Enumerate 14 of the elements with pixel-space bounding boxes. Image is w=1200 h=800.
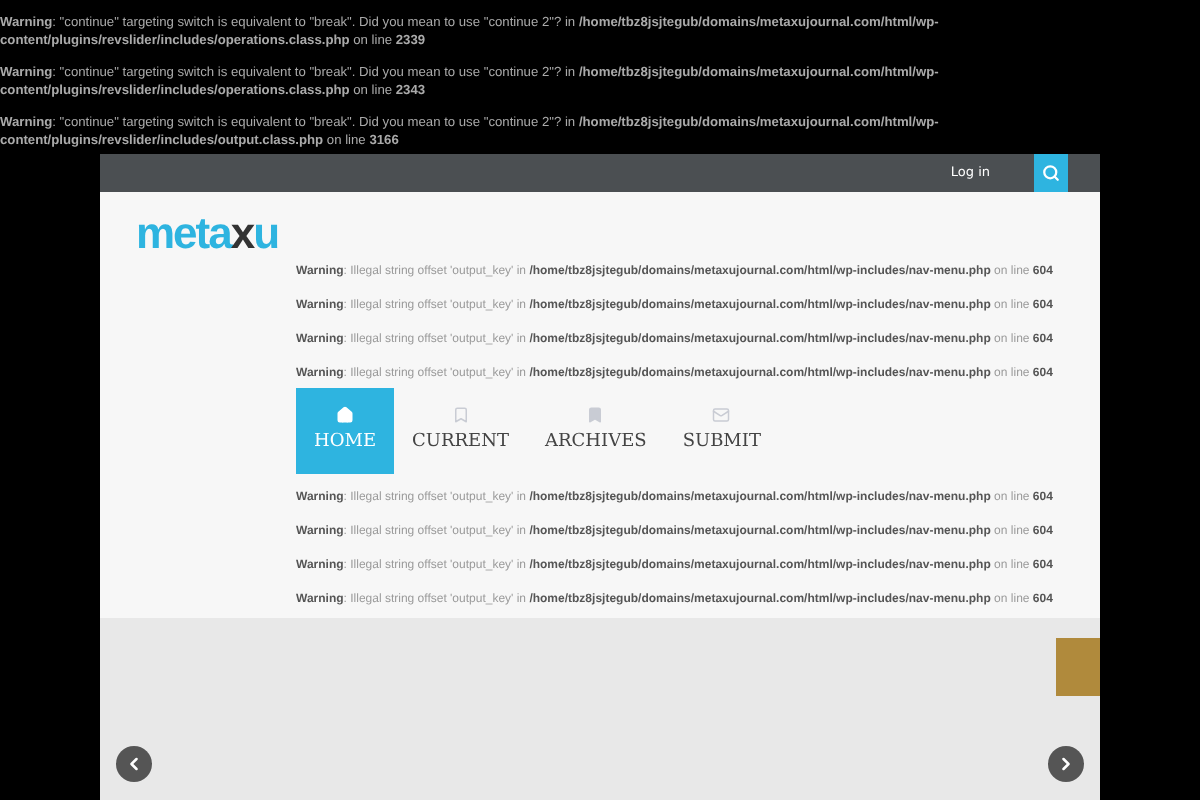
photo-placeholder	[1056, 638, 1100, 696]
chevron-left-icon	[124, 754, 144, 774]
next-button[interactable]	[1048, 746, 1084, 782]
bookmark-icon	[586, 405, 605, 424]
search-icon	[1042, 164, 1060, 182]
envelope-icon	[712, 405, 731, 424]
home-icon	[336, 405, 354, 424]
metaxu-logo: metaxu	[136, 212, 279, 256]
chevron-right-icon	[1056, 754, 1076, 774]
nav-tab[interactable]: SUBMIT	[664, 388, 779, 474]
nav-tab[interactable]: ARCHIVES	[527, 388, 665, 474]
nav-tab[interactable]: CURRENT	[394, 388, 527, 474]
previous-button[interactable]	[116, 746, 152, 782]
bookmark-icon	[451, 405, 470, 424]
